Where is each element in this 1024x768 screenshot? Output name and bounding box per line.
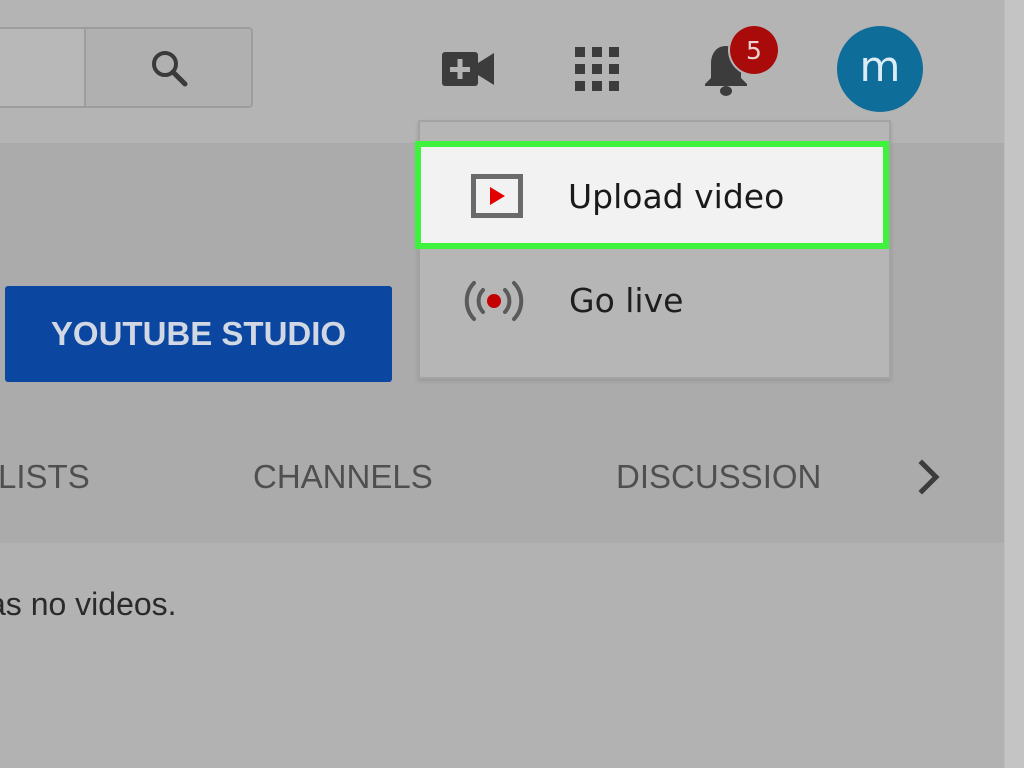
grid-apps-icon	[575, 47, 619, 91]
live-broadcast-icon	[464, 281, 524, 321]
menu-item-go-live[interactable]: Go live	[420, 255, 889, 347]
search-icon	[151, 50, 187, 86]
chevron-right-icon	[918, 459, 940, 495]
tab-playlists[interactable]: LISTS	[0, 452, 90, 502]
notification-count-badge: 5	[730, 26, 778, 74]
tab-discussion[interactable]: DISCUSSION	[616, 452, 821, 502]
account-avatar[interactable]: m	[837, 26, 923, 112]
search-input[interactable]	[0, 27, 84, 108]
page-scrollbar[interactable]	[1004, 0, 1024, 768]
menu-item-label: Go live	[569, 281, 684, 320]
upload-video-icon	[471, 174, 523, 218]
tabs-next-button[interactable]	[912, 455, 946, 499]
menu-item-label: Upload video	[568, 177, 785, 216]
youtube-studio-button[interactable]: YOUTUBE STUDIO	[5, 286, 392, 382]
create-video-button[interactable]	[438, 44, 498, 94]
empty-videos-message: as no videos.	[0, 586, 177, 622]
tab-channels[interactable]: CHANNELS	[253, 452, 433, 502]
search-button[interactable]	[84, 27, 253, 108]
menu-item-upload-video[interactable]: Upload video	[415, 141, 889, 249]
video-camera-plus-icon	[442, 52, 494, 86]
channel-content-area	[0, 543, 1004, 768]
apps-button[interactable]	[570, 42, 624, 96]
